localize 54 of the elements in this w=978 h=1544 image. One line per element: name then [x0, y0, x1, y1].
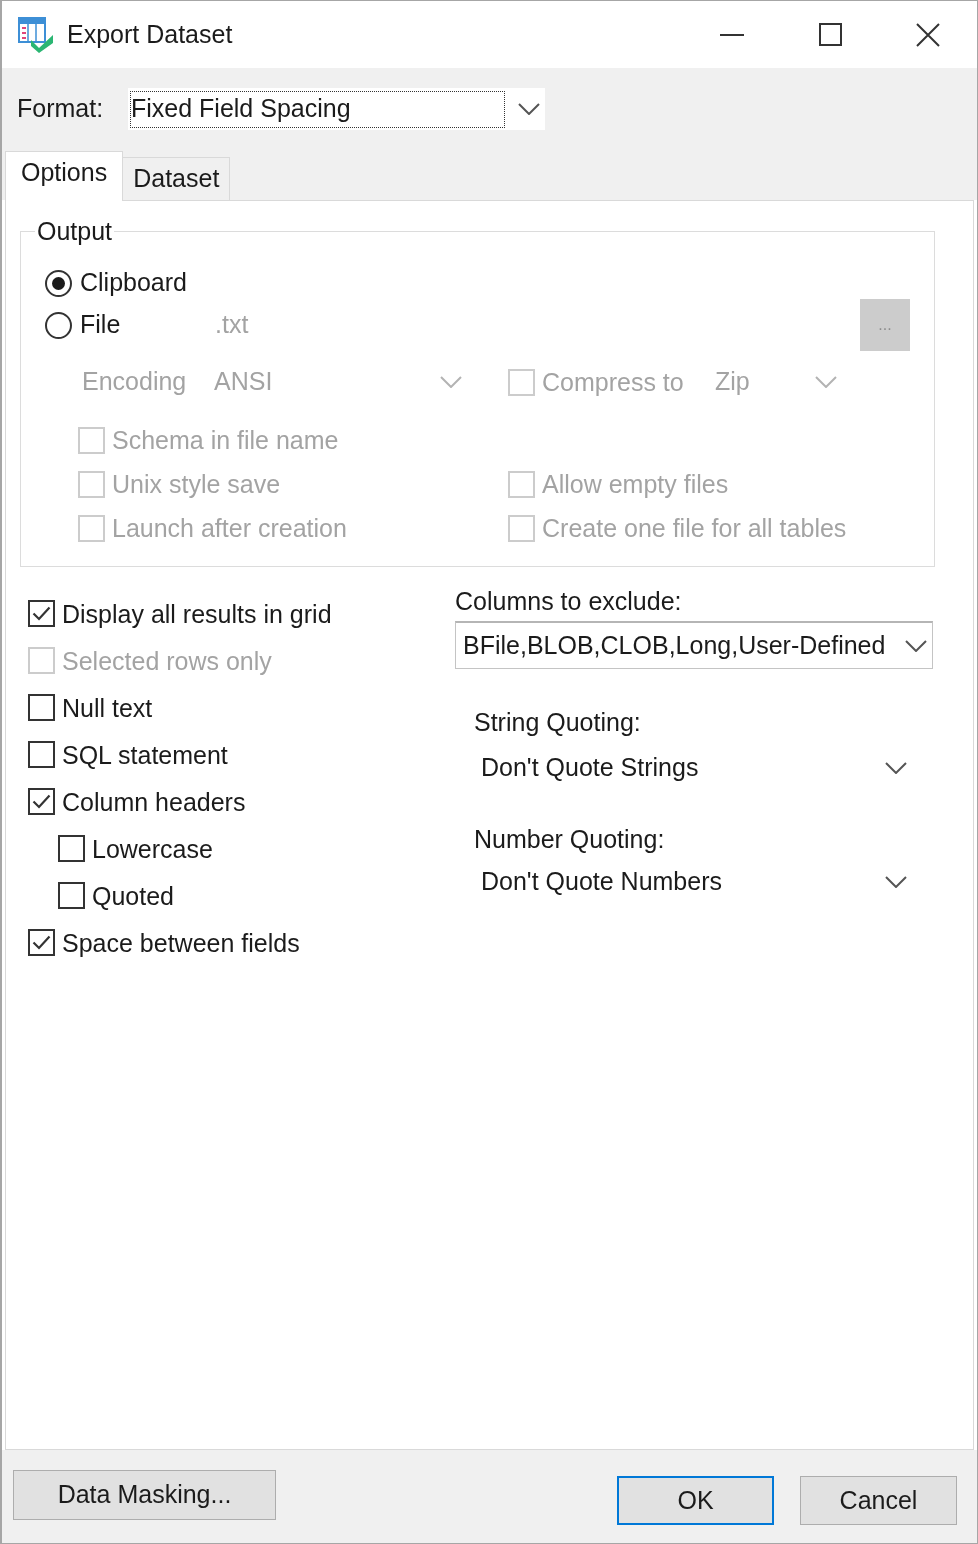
checkmark-icon [32, 606, 51, 621]
checkbox[interactable] [28, 741, 55, 768]
table-check-icon [18, 16, 54, 53]
checkbox-label: Compress to [542, 367, 685, 397]
checkbox-label: Selected rows only [62, 645, 272, 676]
window-title: Export Dataset [67, 18, 233, 50]
maximize-icon [818, 23, 842, 46]
format-dropdown[interactable]: Fixed Field Spacing [128, 88, 545, 130]
checkbox-label: Launch after creation [112, 513, 347, 543]
tab[interactable]: Options [5, 151, 124, 201]
radio-button[interactable] [45, 311, 72, 339]
checkbox-label: SQL statement [62, 739, 228, 770]
string-quoting-dropdown[interactable]: Don't Quote Strings [474, 748, 915, 788]
checkbox[interactable] [28, 929, 55, 956]
checkbox[interactable] [58, 882, 85, 909]
radio-label: Clipboard [80, 267, 187, 299]
checkbox-label: Lowercase [92, 833, 213, 864]
checkbox[interactable] [58, 835, 85, 862]
dialog-button[interactable]: Cancel [800, 1476, 957, 1525]
number-quoting-dropdown[interactable]: Don't Quote Numbers [474, 862, 915, 902]
columns-exclude-dropdown[interactable]: BFile,BLOB,CLOB,Long,User-Defined [455, 621, 933, 669]
chevron-down-icon [440, 376, 462, 388]
chevron-down-icon [885, 762, 907, 774]
chevron-down-icon [905, 639, 927, 652]
checkbox-label: Unix style save [112, 469, 281, 499]
checkbox-label: Quoted [92, 880, 174, 911]
checkbox-label: Schema in file name [112, 425, 339, 455]
checkbox-label: Space between fields [62, 927, 300, 958]
checkmark-icon [32, 935, 51, 950]
checkbox[interactable] [28, 788, 55, 815]
checkbox[interactable] [28, 600, 55, 627]
radio-label: File [80, 309, 121, 341]
checkbox-label: Null text [62, 692, 153, 723]
checkmark-icon [32, 794, 51, 809]
chevron-down-icon [885, 876, 907, 888]
dialog-button[interactable]: OK [617, 1476, 774, 1525]
tab[interactable]: Dataset [123, 157, 231, 200]
chevron-down-icon [815, 376, 837, 388]
field-label: Format: [17, 93, 105, 125]
checkbox-label: Column headers [62, 786, 246, 817]
chevron-down-icon [518, 103, 540, 115]
close-icon [916, 22, 940, 47]
checkbox-label: Display all results in grid [62, 598, 332, 629]
radio-button[interactable] [45, 269, 72, 297]
field-label: String Quoting: [474, 707, 642, 737]
minimize-icon [720, 33, 744, 36]
field-label: Encoding [82, 366, 188, 398]
field-label: Number Quoting: [474, 824, 666, 854]
checkbox[interactable] [28, 694, 55, 721]
field-label: Columns to exclude: [455, 586, 683, 616]
group-title: Output [36, 216, 114, 246]
checkbox-label: Create one file for all tables [542, 513, 847, 543]
data-masking-button[interactable]: Data Masking... [13, 1470, 276, 1520]
checkbox-label: Allow empty files [542, 469, 729, 499]
